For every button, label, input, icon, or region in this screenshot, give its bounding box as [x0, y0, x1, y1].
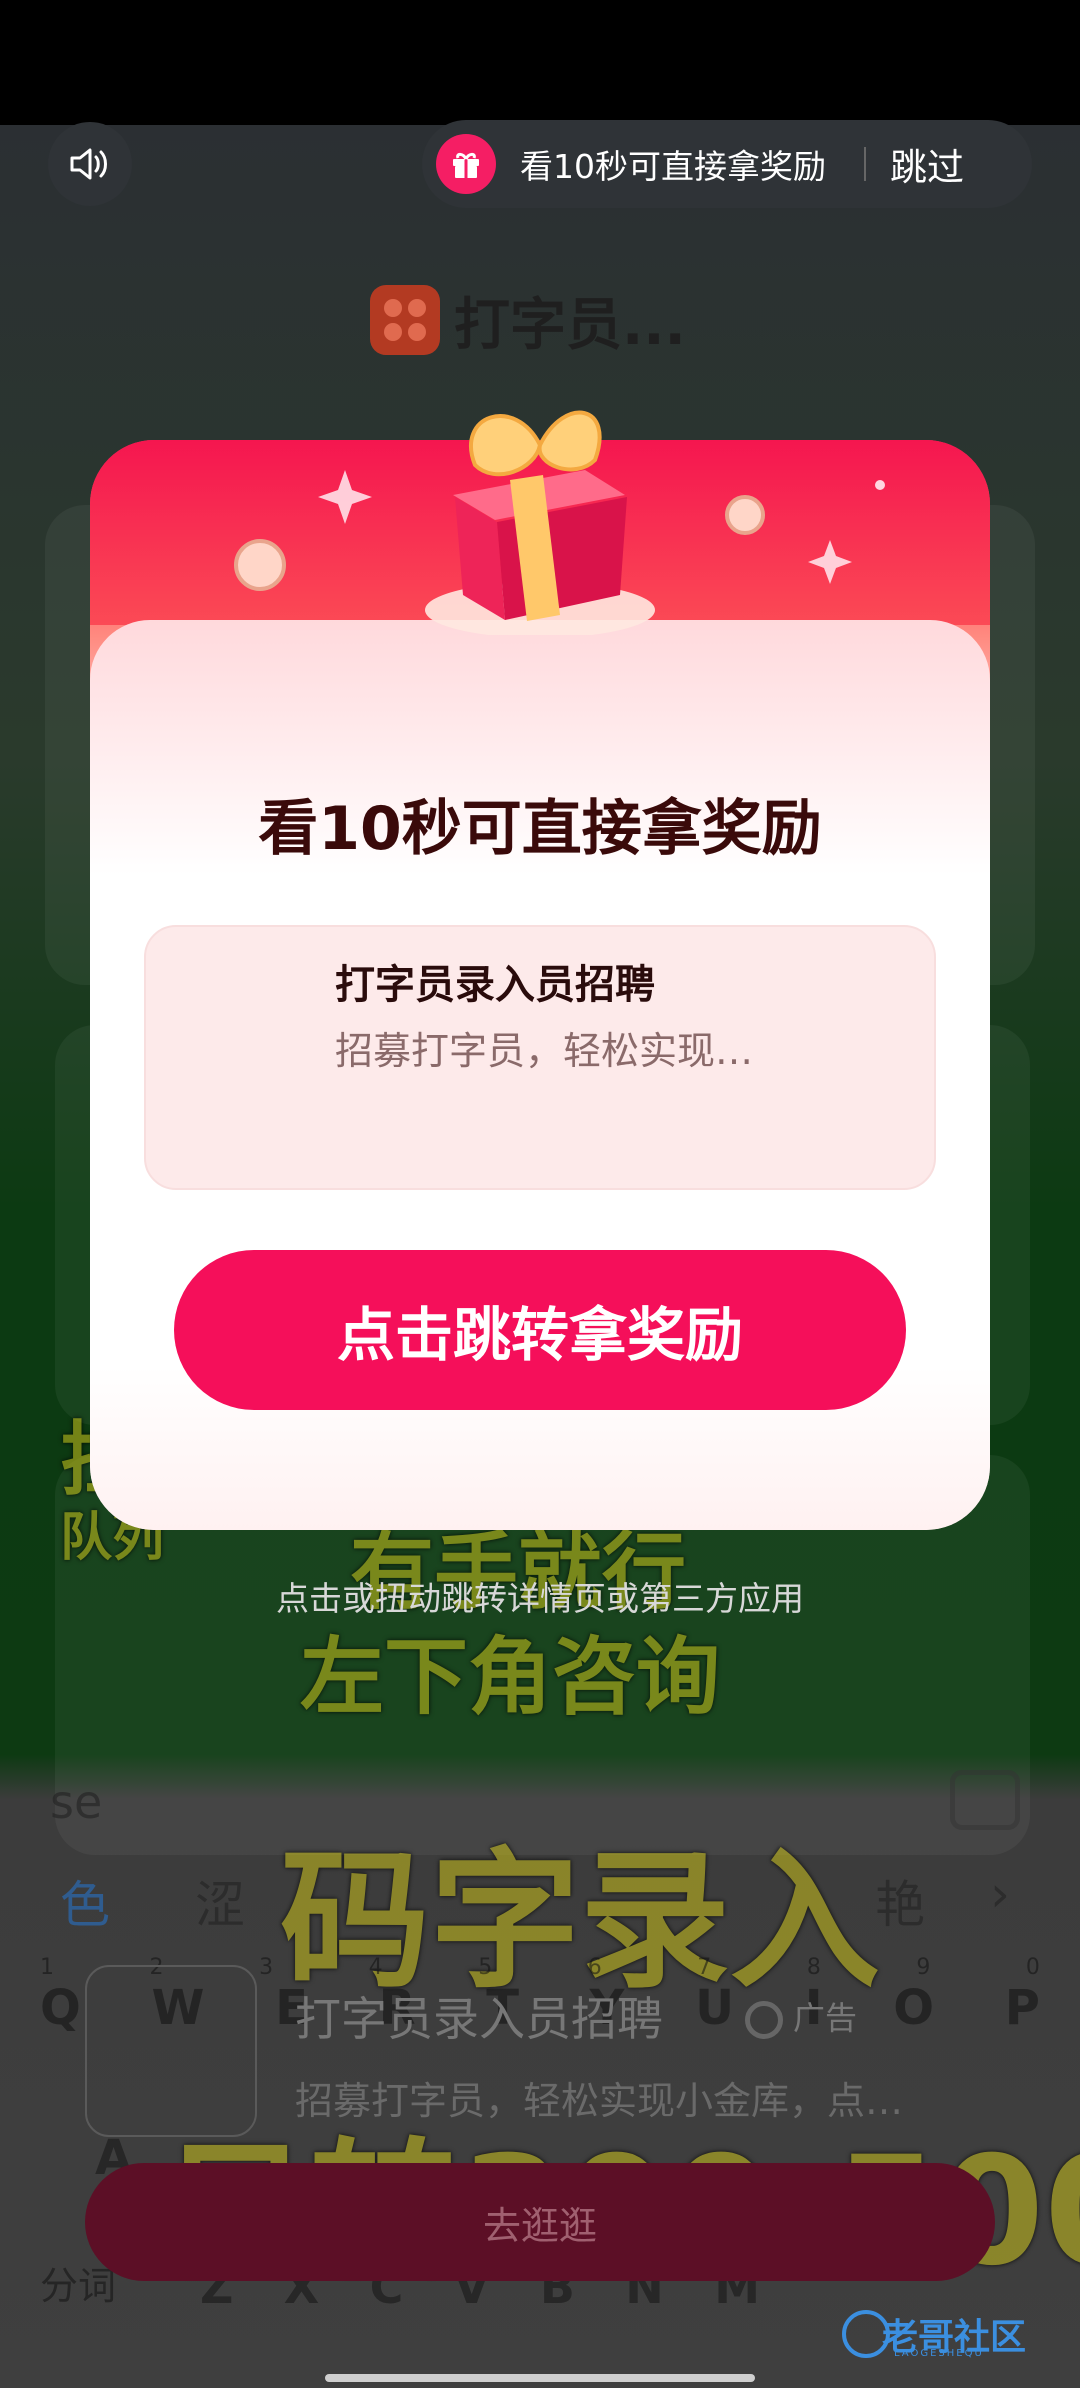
ad-label: 广告 [745, 1993, 857, 2039]
home-indicator[interactable] [325, 2374, 755, 2382]
candidate-word[interactable]: 涩 [195, 1865, 245, 1937]
reward-pill: 看10秒可直接拿奖励 跳过 [422, 120, 1032, 208]
background-app-title-text: 打字员... [454, 292, 686, 358]
ad-title: 打字员录入员招聘 [295, 1992, 663, 2046]
ad-thumbnail [85, 1965, 257, 2137]
claim-reward-button[interactable]: 点击跳转拿奖励 [174, 1250, 906, 1410]
ad-info-title: 打字员录入员招聘 [335, 962, 655, 1008]
go-browse-button[interactable]: 去逛逛 [85, 2163, 995, 2281]
watermark-subtext: LAOGESHEQU [894, 2348, 984, 2359]
keyboard-input-text: se [50, 1775, 103, 1829]
gift-box-icon [415, 385, 665, 638]
chevron-right-icon[interactable]: › [990, 1865, 1010, 1923]
divider [864, 147, 866, 181]
skip-button[interactable]: 跳过 [890, 137, 964, 191]
key[interactable]: Q [40, 1980, 81, 2036]
sound-toggle-button[interactable] [48, 122, 132, 206]
refresh-icon [745, 2001, 783, 2039]
candidate-word[interactable]: 艳 [875, 1865, 925, 1937]
app-logo-icon [370, 285, 440, 355]
ad-label-text: 广告 [793, 1999, 858, 2037]
screen: 打字员... 拉 队列 有手就行 左下角咨询 se 色 涩 艳 › 码字录入 1… [0, 0, 1080, 2388]
background-app-title: 打字员... [370, 285, 686, 358]
key-hint: 1 [40, 1955, 54, 1980]
jump-hint-text: 点击或扭动跳转详情页或第三方应用 [276, 1579, 804, 1618]
ad-info-description: 招募打字员，轻松实现… [335, 1029, 754, 1073]
reward-countdown-text: 看10秒可直接拿奖励 [520, 147, 826, 186]
speaker-icon [70, 148, 107, 180]
key[interactable]: P [1005, 1980, 1040, 2036]
modal-title: 看10秒可直接拿奖励 [258, 794, 822, 864]
key-hint: 0 [1025, 1955, 1040, 1980]
ad-description: 招募打字员，轻松实现小金库，点… [295, 2079, 904, 2123]
status-bar [0, 0, 1080, 125]
ad-card[interactable]: 打字员录入员招聘 广告 招募打字员，轻松实现小金库，点… [85, 1965, 995, 2140]
candidate-word[interactable]: 色 [60, 1865, 110, 1937]
watermark-logo: 老哥社区 LAOGESHEQU [842, 2308, 1072, 2362]
gift-icon [436, 134, 496, 194]
keyboard-robot-icon[interactable] [950, 1770, 1020, 1830]
background-slogan: 左下角咨询 [300, 1628, 721, 1726]
